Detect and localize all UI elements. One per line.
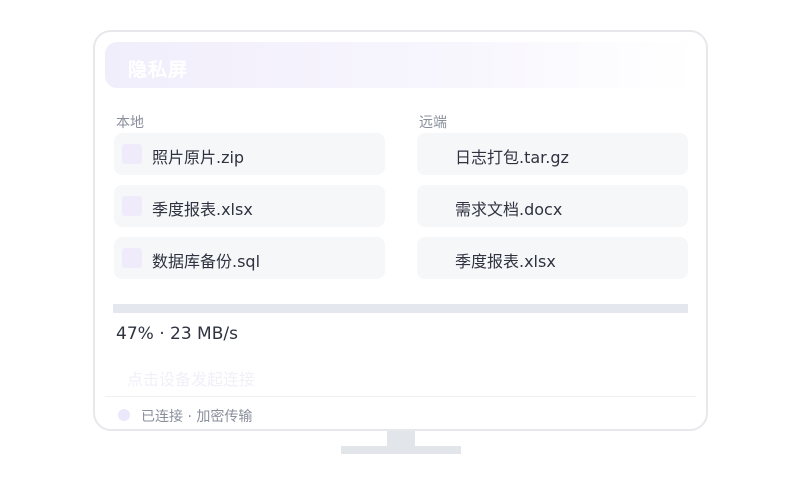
transfer-progress-bar xyxy=(113,304,688,313)
file-icon xyxy=(122,196,142,216)
status-divider xyxy=(105,396,696,397)
remote-column-label: 远端 xyxy=(419,115,447,131)
local-file-name: 数据库备份.sql xyxy=(152,252,261,271)
title-bar: 隐私屏 xyxy=(105,42,696,88)
remote-file-item[interactable]: 季度报表.xlsx xyxy=(417,237,688,279)
remote-file-item[interactable]: 日志打包.tar.gz xyxy=(417,133,688,175)
status-indicator-icon xyxy=(118,409,130,421)
local-file-item[interactable]: 数据库备份.sql xyxy=(114,237,385,279)
remote-file-name: 日志打包.tar.gz xyxy=(455,148,569,167)
transfer-progress-text: 47% · 23 MB/s xyxy=(116,324,238,344)
window-title: 隐私屏 xyxy=(128,59,189,81)
local-file-item[interactable]: 照片原片.zip xyxy=(114,133,385,175)
file-icon xyxy=(122,248,142,268)
file-icon xyxy=(122,144,142,164)
connection-status-text: 已连接 · 加密传输 xyxy=(141,409,253,425)
transfer-progress-fill xyxy=(113,304,384,313)
file-icon xyxy=(425,144,445,164)
monitor-frame: 隐私屏 本地 远端 照片原片.zip 季度报表.xlsx 数据库备份.sql 日… xyxy=(93,30,708,431)
file-icon xyxy=(425,248,445,268)
local-file-name: 季度报表.xlsx xyxy=(152,200,253,219)
local-column-label: 本地 xyxy=(116,115,144,131)
connect-hint[interactable]: 点击设备发起连接 xyxy=(127,366,255,390)
remote-file-name: 需求文档.docx xyxy=(455,200,563,219)
local-file-name: 照片原片.zip xyxy=(152,148,245,167)
monitor-stand-base xyxy=(341,446,461,454)
remote-file-name: 季度报表.xlsx xyxy=(455,252,556,271)
local-file-item[interactable]: 季度报表.xlsx xyxy=(114,185,385,227)
file-icon xyxy=(425,196,445,216)
monitor-stand-neck xyxy=(387,431,415,447)
remote-file-item[interactable]: 需求文档.docx xyxy=(417,185,688,227)
